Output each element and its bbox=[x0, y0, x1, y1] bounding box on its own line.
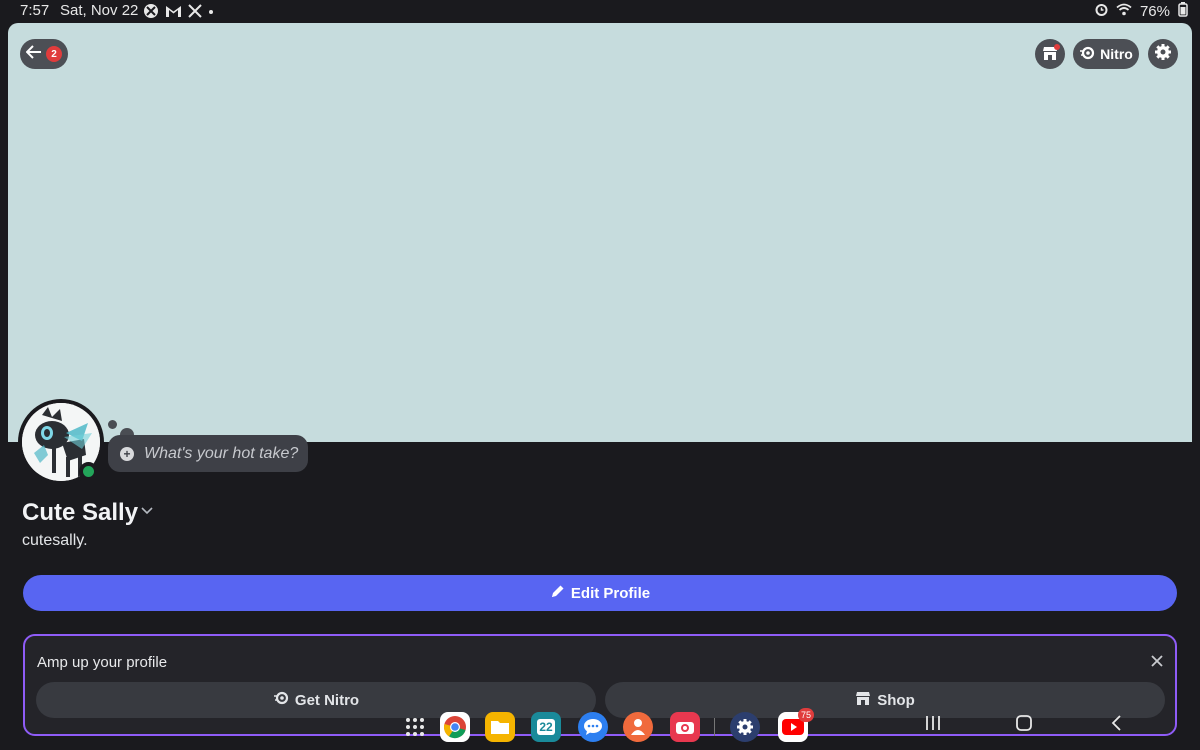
battery-level: 76% bbox=[1139, 3, 1170, 20]
home-icon[interactable] bbox=[1016, 714, 1032, 737]
app-drawer-icon[interactable] bbox=[400, 712, 430, 742]
arrow-left-icon bbox=[25, 44, 42, 64]
status-date: Sat, Nov 22 bbox=[60, 2, 139, 19]
hot-take-button[interactable]: + What's your hot take? bbox=[108, 435, 308, 472]
status-time: 7:57 bbox=[20, 2, 50, 19]
online-status-indicator bbox=[79, 462, 98, 481]
calendar-day: 22 bbox=[537, 719, 555, 735]
xbox-icon bbox=[143, 3, 159, 22]
youtube-badge: 75 bbox=[798, 708, 814, 722]
thought-bubble-dot bbox=[108, 420, 117, 429]
username: cutesally. bbox=[22, 532, 88, 549]
nitro-icon bbox=[1079, 46, 1095, 63]
edit-profile-button[interactable]: Edit Profile bbox=[23, 575, 1177, 611]
chrome-icon[interactable] bbox=[440, 712, 470, 742]
recent-apps-icon[interactable] bbox=[925, 714, 941, 737]
nitro-label: Nitro bbox=[1100, 46, 1133, 62]
status-bar: 7:57 Sat, Nov 22 76% bbox=[0, 0, 1200, 23]
shop-label: Shop bbox=[877, 691, 915, 709]
shop-button[interactable] bbox=[1035, 39, 1065, 69]
amp-card-title: Amp up your profile bbox=[37, 654, 168, 671]
get-nitro-label: Get Nitro bbox=[294, 691, 360, 709]
close-icon[interactable] bbox=[1151, 651, 1163, 672]
notification-dot bbox=[1054, 44, 1060, 50]
status-right: 76% bbox=[1095, 2, 1188, 21]
profile-banner: 2 Nitro bbox=[8, 23, 1192, 442]
messages-icon[interactable] bbox=[578, 712, 608, 742]
settings-app-icon[interactable] bbox=[730, 712, 760, 742]
files-icon[interactable] bbox=[485, 712, 515, 742]
nitro-icon bbox=[273, 691, 289, 709]
edit-profile-label: Edit Profile bbox=[570, 584, 651, 602]
shop-icon bbox=[855, 690, 871, 710]
back-button[interactable]: 2 bbox=[20, 39, 68, 69]
pencil-icon bbox=[550, 584, 565, 603]
settings-button[interactable] bbox=[1148, 39, 1178, 69]
wifi-icon bbox=[1116, 3, 1132, 20]
chevron-down-icon[interactable] bbox=[141, 503, 153, 518]
camera-icon[interactable] bbox=[670, 712, 700, 742]
more-dot-icon bbox=[208, 4, 214, 21]
gmail-icon bbox=[165, 4, 182, 21]
alarm-icon bbox=[1095, 3, 1108, 20]
contacts-icon[interactable] bbox=[623, 712, 653, 742]
display-name[interactable]: Cute Sally bbox=[22, 499, 138, 527]
battery-icon bbox=[1178, 2, 1188, 21]
notification-icons bbox=[143, 3, 214, 22]
get-nitro-button[interactable]: Get Nitro bbox=[36, 682, 596, 718]
back-nav-icon[interactable] bbox=[1110, 714, 1122, 737]
dock-divider bbox=[714, 718, 715, 736]
unread-badge: 2 bbox=[46, 46, 62, 62]
hot-take-placeholder: What's your hot take? bbox=[144, 444, 299, 462]
calendar-icon[interactable]: 22 bbox=[531, 712, 561, 742]
nitro-button[interactable]: Nitro bbox=[1073, 39, 1139, 69]
x-icon bbox=[188, 4, 202, 21]
plus-icon: + bbox=[120, 446, 134, 461]
gear-icon bbox=[1154, 43, 1172, 66]
